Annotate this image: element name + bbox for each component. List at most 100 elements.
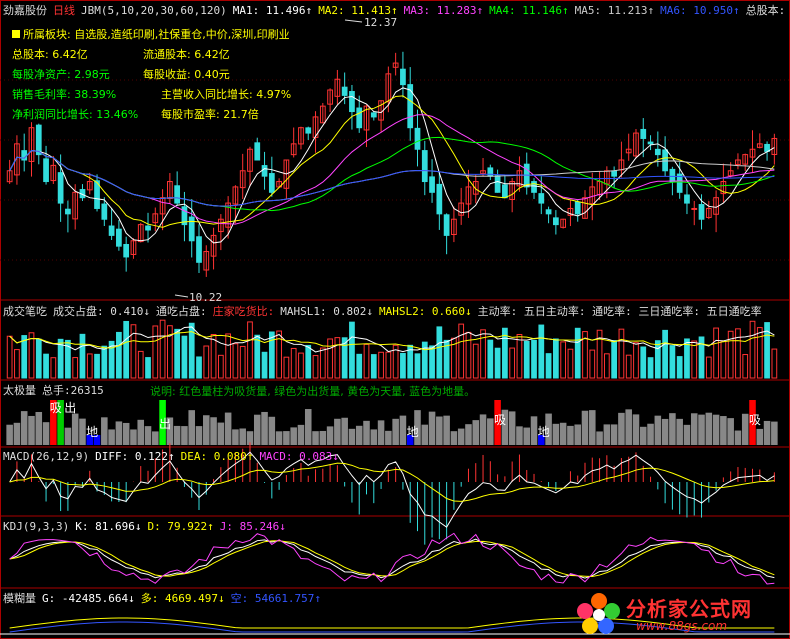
tj-panel-header: 太极量 总手:26315 <box>3 384 110 397</box>
indicator-label: JBM(5,10,20,30,60,120) <box>81 4 227 17</box>
taiji-bar <box>676 418 683 445</box>
taiji-bar <box>487 418 494 445</box>
volume-bar <box>669 345 676 379</box>
taiji-bar <box>589 410 596 445</box>
volume-bar <box>676 356 683 379</box>
taiji-bar <box>152 431 159 445</box>
volume-bar <box>116 331 122 379</box>
candle-body <box>647 141 654 145</box>
taiji-bar <box>683 424 691 445</box>
taiji-bar <box>618 412 625 445</box>
taiji-bar <box>20 411 28 445</box>
taiji-bar <box>64 427 72 445</box>
candle-body <box>662 149 668 172</box>
macd-dea: DEA: 0.080↑ <box>180 450 254 463</box>
candle-body <box>123 243 130 258</box>
low-marker-line <box>174 294 189 298</box>
taiji-bar <box>647 423 654 445</box>
taiji-bar <box>756 428 764 445</box>
volume-bar <box>545 353 552 379</box>
eps: 每股收益: 0.40元 <box>143 68 230 81</box>
volume-bar <box>735 328 741 379</box>
taiji-mark: 吸 <box>749 413 761 427</box>
taiji-bar <box>224 412 232 445</box>
volume-bar <box>137 350 144 379</box>
volume-bar <box>14 349 20 379</box>
volume-bar <box>319 347 326 379</box>
volume-bar <box>400 352 406 379</box>
kdj-k-line <box>9 538 775 579</box>
pe-ratio: 每股市盈率: 21.7倍 <box>161 108 259 121</box>
candle-body <box>502 184 508 199</box>
volume-bar <box>181 335 188 379</box>
ma4-label: MA4: 11.146↑ <box>489 4 569 17</box>
volume-bar <box>130 324 137 379</box>
taiji-bar <box>268 416 276 445</box>
candle-body <box>101 203 108 220</box>
mhl-label: 模糊量 <box>3 592 36 605</box>
vol-item-3: MAHSL1: 0.802↓ <box>280 305 373 318</box>
period-label[interactable]: 日线 <box>53 4 75 17</box>
candle-body <box>116 228 122 247</box>
gross-margin: 销售毛利率: 38.39% <box>12 88 117 101</box>
candle-body <box>654 148 661 156</box>
volume-bar <box>225 333 231 379</box>
taiji-bar <box>370 429 378 445</box>
volume-bar <box>232 343 239 379</box>
volume-bar <box>465 331 472 379</box>
tj-note: 说明: 红色量柱为吸货量, 绿色为出货量, 黄色为天量, 蓝色为地量。 <box>150 385 476 398</box>
vol-item-4: MAHSL2: 0.660↓ <box>378 305 472 318</box>
macd-dea-line <box>9 462 775 502</box>
kdj-d: D: 79.922↑ <box>147 520 214 533</box>
taiji-bar <box>392 418 399 445</box>
volume-bar <box>458 323 465 379</box>
taiji-bar <box>457 428 465 445</box>
taiji-bar <box>741 413 749 445</box>
volume-bar <box>560 341 567 379</box>
taiji-bar <box>6 424 13 445</box>
taiji-bar <box>210 417 217 445</box>
high-marker-line <box>344 19 363 23</box>
volume-bar <box>713 327 719 379</box>
volume-bar <box>35 338 42 379</box>
volume-bar <box>574 327 581 379</box>
taiji-bar <box>232 429 239 445</box>
taiji-bar <box>632 414 640 445</box>
volume-bar <box>167 325 173 379</box>
mhl-duo: 多: 4669.497↓ <box>140 592 225 605</box>
volume-bar <box>633 342 639 379</box>
volume-bar <box>21 335 28 379</box>
taiji-bar <box>188 410 195 445</box>
taiji-bar <box>137 419 145 445</box>
volume-bar <box>531 339 537 379</box>
taiji-bar <box>181 426 188 445</box>
total-share-label: 总股本: 6.42 <box>745 4 790 17</box>
taiji-bar <box>472 420 480 445</box>
candle-body <box>400 68 406 86</box>
volume-bar <box>50 357 57 379</box>
taiji-bar <box>312 431 319 445</box>
sector-info: 所属板块: 自选股,造纸印刷,社保重仓,中价,深圳,印刷业 <box>12 26 290 42</box>
taiji-mark: 出 <box>159 417 171 431</box>
ma3-label: MA3: 11.283↑ <box>403 4 484 17</box>
stock-name: 劲嘉股份 <box>3 4 47 17</box>
volume-bar <box>43 353 49 379</box>
volume-bar <box>742 354 749 379</box>
candle-body <box>57 172 64 204</box>
candle-body <box>611 170 617 177</box>
volume-bar <box>79 333 86 379</box>
taiji-bar <box>297 424 305 445</box>
candle-body <box>174 185 181 204</box>
volume-bar <box>749 320 756 379</box>
taiji-bar <box>450 431 458 445</box>
taiji-mark: 吸 <box>50 401 62 415</box>
volume-bar <box>647 357 654 379</box>
volume-bar <box>414 353 421 379</box>
volume-bar <box>290 347 297 379</box>
volume-bar <box>509 347 516 379</box>
taiji-bar <box>559 422 567 445</box>
volume-bar <box>159 319 166 379</box>
volume-bar <box>603 353 610 379</box>
volume-bar <box>429 345 435 379</box>
taiji-bar <box>712 414 720 445</box>
